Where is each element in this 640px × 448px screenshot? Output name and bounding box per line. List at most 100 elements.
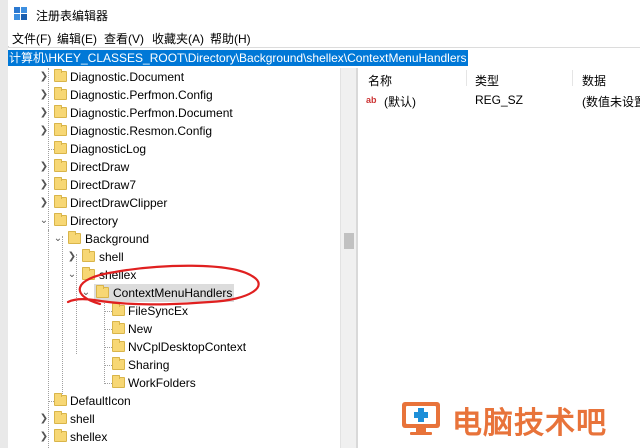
folder-icon <box>54 393 67 406</box>
tree-scrollbar[interactable] <box>340 68 357 448</box>
address-bar[interactable]: 计算机\HKEY_CLASSES_ROOT\Directory\Backgrou… <box>8 47 640 69</box>
watermark-text: 电脑技术吧 <box>452 406 607 441</box>
folder-icon <box>112 303 125 316</box>
tree-node-label: DirectDraw7 <box>70 178 137 192</box>
registry-tree[interactable]: ❯ Diagnostic.Document ❯ Diagnostic.Perfm… <box>8 68 356 448</box>
tree-node-label: Sharing <box>128 358 170 372</box>
folder-icon <box>54 429 67 442</box>
tree-node-label: FileSyncEx <box>128 304 189 318</box>
chevron-down-icon[interactable]: ⌄ <box>80 284 92 302</box>
tree-node-label: New <box>128 322 153 336</box>
value-name: (默认) <box>384 95 416 109</box>
chevron-right-icon[interactable]: ❯ <box>38 104 50 122</box>
chevron-right-icon[interactable]: ❯ <box>38 410 50 428</box>
tree-node-selected[interactable]: ⌄ ContextMenuHandlers <box>8 284 338 302</box>
folder-icon <box>54 105 67 118</box>
scrollbar-thumb[interactable] <box>344 233 354 249</box>
folder-icon <box>82 267 95 280</box>
tree-node-label: shell <box>99 250 124 264</box>
menu-view[interactable]: 查看(V) <box>104 30 144 47</box>
tree-node-label: NvCplDesktopContext <box>128 340 247 354</box>
menu-file[interactable]: 文件(F) <box>12 30 51 47</box>
tree-node-label: Background <box>85 232 150 246</box>
menu-favorites[interactable]: 收藏夹(A) <box>152 30 204 47</box>
chevron-right-icon[interactable]: ❯ <box>38 68 50 86</box>
column-divider[interactable] <box>466 70 467 86</box>
tree-node[interactable]: FileSyncEx <box>8 302 338 320</box>
tree-node-label: Diagnostic.Perfmon.Document <box>70 106 233 120</box>
folder-icon <box>54 177 67 190</box>
tree-node-label: WorkFolders <box>128 376 196 390</box>
tree-node-label: DefaultIcon <box>70 394 131 408</box>
tree-node[interactable]: ❯ shell <box>8 410 338 428</box>
address-path[interactable]: 计算机\HKEY_CLASSES_ROOT\Directory\Backgrou… <box>8 50 468 66</box>
folder-icon <box>112 375 125 388</box>
tree-node-label: shell <box>70 412 95 426</box>
tree-node[interactable]: ⌄ shellex <box>8 266 338 284</box>
tree-node[interactable]: ❯ DirectDraw7 <box>8 176 338 194</box>
tree-node-label: DirectDraw <box>70 160 130 174</box>
tree-node-label: Diagnostic.Document <box>70 70 185 84</box>
tree-node[interactable]: ⌄ Background <box>8 230 338 248</box>
value-type: REG_SZ <box>475 93 524 107</box>
chevron-down-icon[interactable]: ⌄ <box>66 266 78 284</box>
tree-node-label: Diagnostic.Resmon.Config <box>70 124 213 138</box>
tree-node-label: ContextMenuHandlers <box>113 286 233 300</box>
folder-icon <box>112 357 125 370</box>
tree-node[interactable]: WorkFolders <box>8 374 338 392</box>
chevron-right-icon[interactable]: ❯ <box>38 86 50 104</box>
title-bar: 注册表编辑器 <box>8 0 640 28</box>
values-pane[interactable]: 名称 类型 数据 ab (默认) REG_SZ (数值未设置 <box>358 68 640 448</box>
watermark: 电脑技术吧 <box>392 392 640 442</box>
folder-icon <box>54 87 67 100</box>
chevron-down-icon[interactable]: ⌄ <box>52 230 64 248</box>
regedit-app-icon <box>14 7 27 20</box>
value-data: (数值未设置 <box>582 95 640 109</box>
tree-node[interactable]: DiagnosticLog <box>8 140 338 158</box>
tree-node[interactable]: ❯ shell <box>8 248 338 266</box>
folder-icon <box>82 249 95 262</box>
tree-node-label: shellex <box>70 430 108 444</box>
folder-icon <box>54 69 67 82</box>
tree-node[interactable]: ❯ Diagnostic.Resmon.Config <box>8 122 338 140</box>
tree-node[interactable]: NvCplDesktopContext <box>8 338 338 356</box>
column-header-name[interactable]: 名称 <box>368 72 392 89</box>
tree-node-label: DiagnosticLog <box>70 142 147 156</box>
value-row[interactable]: ab (默认) REG_SZ (数值未设置 <box>358 92 640 110</box>
tree-node[interactable]: ❯ DirectDrawClipper <box>8 194 338 212</box>
tree-node[interactable]: New <box>8 320 338 338</box>
tree-node[interactable]: ❯ Diagnostic.Perfmon.Document <box>8 104 338 122</box>
string-value-icon: ab <box>366 94 380 106</box>
tree-node[interactable]: ❯ shellex <box>8 428 338 446</box>
folder-icon <box>96 285 109 298</box>
chevron-down-icon[interactable]: ⌄ <box>38 212 50 230</box>
tree-node-label: Directory <box>70 214 119 228</box>
tree-node[interactable]: ⌄ Directory <box>8 212 338 230</box>
folder-icon <box>54 123 67 136</box>
chevron-right-icon[interactable]: ❯ <box>66 248 78 266</box>
tree-node[interactable]: Sharing <box>8 356 338 374</box>
folder-icon <box>54 195 67 208</box>
column-header-data[interactable]: 数据 <box>582 72 606 89</box>
folder-icon <box>54 411 67 424</box>
folder-icon <box>54 159 67 172</box>
tree-node[interactable]: ❯ Diagnostic.Perfmon.Config <box>8 86 338 104</box>
column-header-type[interactable]: 类型 <box>475 72 499 89</box>
folder-icon <box>112 321 125 334</box>
menu-bar: 文件(F) 编辑(E) 查看(V) 收藏夹(A) 帮助(H) <box>8 28 640 46</box>
tree-node[interactable]: ❯ Diagnostic.Document <box>8 68 338 86</box>
chevron-right-icon[interactable]: ❯ <box>38 428 50 446</box>
tree-node-label: Diagnostic.Perfmon.Config <box>70 88 213 102</box>
tree-node[interactable]: DefaultIcon <box>8 392 338 410</box>
chevron-right-icon[interactable]: ❯ <box>38 122 50 140</box>
chevron-right-icon[interactable]: ❯ <box>38 194 50 212</box>
chevron-right-icon[interactable]: ❯ <box>38 158 50 176</box>
tree-node-label: shellex <box>99 268 137 282</box>
folder-icon <box>112 339 125 352</box>
window-title: 注册表编辑器 <box>36 9 109 23</box>
column-divider[interactable] <box>572 70 573 86</box>
menu-help[interactable]: 帮助(H) <box>210 30 251 47</box>
menu-edit[interactable]: 编辑(E) <box>57 30 97 47</box>
chevron-right-icon[interactable]: ❯ <box>38 176 50 194</box>
tree-node[interactable]: ❯ DirectDraw <box>8 158 338 176</box>
